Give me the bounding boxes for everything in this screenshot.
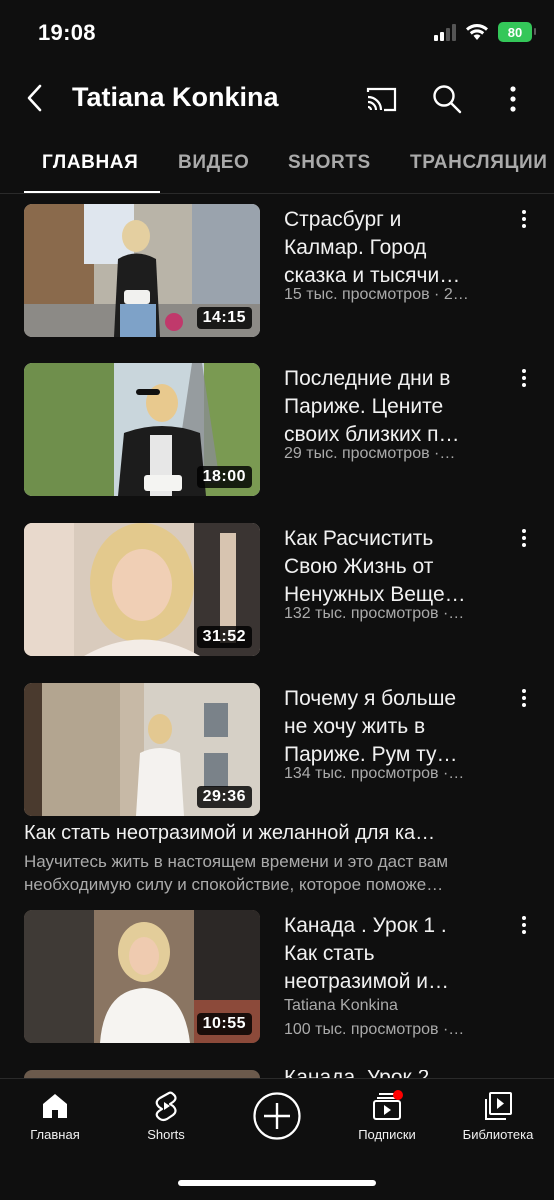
tab-live[interactable]: ТРАНСЛЯЦИИ bbox=[410, 152, 547, 174]
nav-subscriptions-label: Подписки bbox=[358, 1127, 416, 1142]
video-thumbnail[interactable]: 29:36 bbox=[24, 683, 260, 816]
video-duration: 18:00 bbox=[196, 466, 252, 488]
video-thumbnail[interactable]: 31:52 bbox=[24, 523, 260, 656]
video-title-line: Калмар. Город bbox=[284, 236, 427, 259]
video-thumbnail[interactable]: 14:15 bbox=[24, 204, 260, 337]
home-indicator[interactable] bbox=[178, 1180, 376, 1186]
tab-videos[interactable]: ВИДЕО bbox=[178, 152, 249, 174]
video-meta: 15 тыс. просмотров · 2… bbox=[284, 286, 469, 303]
video-duration: 31:52 bbox=[196, 626, 252, 648]
create-plus-icon[interactable] bbox=[252, 1091, 302, 1141]
shorts-icon bbox=[155, 1091, 177, 1122]
video-more-button[interactable] bbox=[514, 367, 534, 389]
video-title[interactable]: Страсбург и Калмар. Город сказка и тысяч… bbox=[284, 206, 514, 290]
more-vert-icon[interactable] bbox=[496, 82, 530, 116]
subscriptions-icon bbox=[373, 1090, 403, 1120]
video-title-line: Почему я больше bbox=[284, 687, 457, 710]
battery-indicator: 80 bbox=[498, 22, 536, 42]
video-item[interactable]: 31:52 Как Расчистить Свою Жизнь от Ненуж… bbox=[0, 523, 554, 657]
nav-library-label: Библиотека bbox=[462, 1127, 534, 1142]
video-thumbnail[interactable] bbox=[24, 1070, 260, 1078]
cast-icon[interactable] bbox=[364, 82, 398, 116]
video-item[interactable]: 18:00 Последние дни в Париже. Цените сво… bbox=[0, 363, 554, 497]
video-duration: 14:15 bbox=[196, 307, 252, 329]
playlist-description: Научитесь жить в настоящем времени и это… bbox=[24, 850, 530, 896]
status-bar: 19:08 80 bbox=[0, 0, 554, 64]
tab-shorts[interactable]: SHORTS bbox=[288, 152, 371, 174]
video-more-button[interactable] bbox=[514, 208, 534, 230]
video-title[interactable]: Последние дни в Париже. Цените своих бли… bbox=[284, 365, 514, 449]
status-indicators: 80 bbox=[434, 22, 536, 42]
video-more-button[interactable] bbox=[514, 914, 534, 936]
video-title-line: Как стать bbox=[284, 942, 375, 965]
channel-tabs: ГЛАВНАЯ ВИДЕО SHORTS ТРАНСЛЯЦИИ bbox=[0, 138, 554, 194]
notification-dot bbox=[393, 1090, 403, 1100]
playlist-title[interactable]: Как стать неотразимой и желанной для ка… bbox=[24, 822, 530, 845]
nav-home[interactable]: Главная bbox=[5, 1089, 105, 1142]
playlist-description-line: Научитесь жить в настоящем времени и это… bbox=[24, 852, 449, 871]
back-arrow-icon[interactable] bbox=[20, 82, 52, 114]
video-duration: 10:55 bbox=[196, 1013, 252, 1035]
video-title[interactable]: Как Расчистить Свою Жизнь от Ненужных Ве… bbox=[284, 525, 514, 609]
video-title[interactable]: Канада. Урок 2 bbox=[284, 1070, 514, 1078]
channel-title: Tatiana Konkina bbox=[72, 82, 279, 112]
video-title-line: Как Расчистить bbox=[284, 527, 434, 550]
video-meta: 29 тыс. просмотров ·… bbox=[284, 445, 456, 462]
video-meta: 134 тыс. просмотров ·… bbox=[284, 765, 465, 782]
video-title-line: Свою Жизнь от bbox=[284, 555, 434, 578]
playlist-description-line: необходимую силу и спокойствие, которое … bbox=[24, 875, 444, 894]
video-title-line: Последние дни в bbox=[284, 367, 451, 390]
nav-library[interactable]: Библиотека bbox=[448, 1089, 548, 1142]
active-tab-indicator bbox=[24, 191, 160, 193]
video-title-line: Париже. Цените bbox=[284, 395, 444, 418]
channel-header: Tatiana Konkina bbox=[0, 70, 554, 128]
video-meta: 100 тыс. просмотров ·… bbox=[284, 1021, 465, 1038]
status-time: 19:08 bbox=[38, 20, 96, 45]
video-title[interactable]: Почему я больше не хочу жить в Париже. Р… bbox=[284, 685, 514, 769]
nav-shorts[interactable]: Shorts bbox=[116, 1089, 216, 1142]
tab-home[interactable]: ГЛАВНАЯ bbox=[42, 152, 138, 174]
video-item[interactable]: 14:15 Страсбург и Калмар. Город сказка и… bbox=[0, 204, 554, 338]
wifi-icon bbox=[466, 24, 488, 40]
nav-home-label: Главная bbox=[30, 1127, 80, 1142]
video-item-partial[interactable]: Канада. Урок 2 bbox=[0, 1070, 554, 1078]
video-title-line: Страсбург и bbox=[284, 208, 402, 231]
nav-shorts-label: Shorts bbox=[147, 1127, 185, 1142]
video-thumbnail[interactable]: 18:00 bbox=[24, 363, 260, 496]
nav-subscriptions[interactable]: Подписки bbox=[337, 1089, 437, 1142]
video-title-line: не хочу жить в bbox=[284, 715, 426, 738]
video-more-button[interactable] bbox=[514, 527, 534, 549]
video-title-line: Канада . Урок 1 . bbox=[284, 914, 447, 937]
video-meta: 132 тыс. просмотров ·… bbox=[284, 605, 465, 622]
cellular-signal-icon bbox=[434, 23, 456, 41]
video-channel: Tatiana Konkina bbox=[284, 997, 398, 1014]
video-duration: 29:36 bbox=[196, 786, 252, 808]
video-item[interactable]: 10:55 Канада . Урок 1 . Как стать неотра… bbox=[0, 910, 554, 1044]
home-icon bbox=[43, 1094, 67, 1118]
search-icon[interactable] bbox=[430, 82, 464, 116]
library-icon bbox=[485, 1092, 512, 1120]
video-thumbnail[interactable]: 10:55 bbox=[24, 910, 260, 1043]
video-more-button[interactable] bbox=[514, 687, 534, 709]
video-item[interactable]: 29:36 Почему я больше не хочу жить в Пар… bbox=[0, 683, 554, 817]
video-title[interactable]: Канада . Урок 1 . Как стать неотразимой … bbox=[284, 912, 514, 996]
video-title-line: неотразимой и… bbox=[284, 970, 450, 993]
